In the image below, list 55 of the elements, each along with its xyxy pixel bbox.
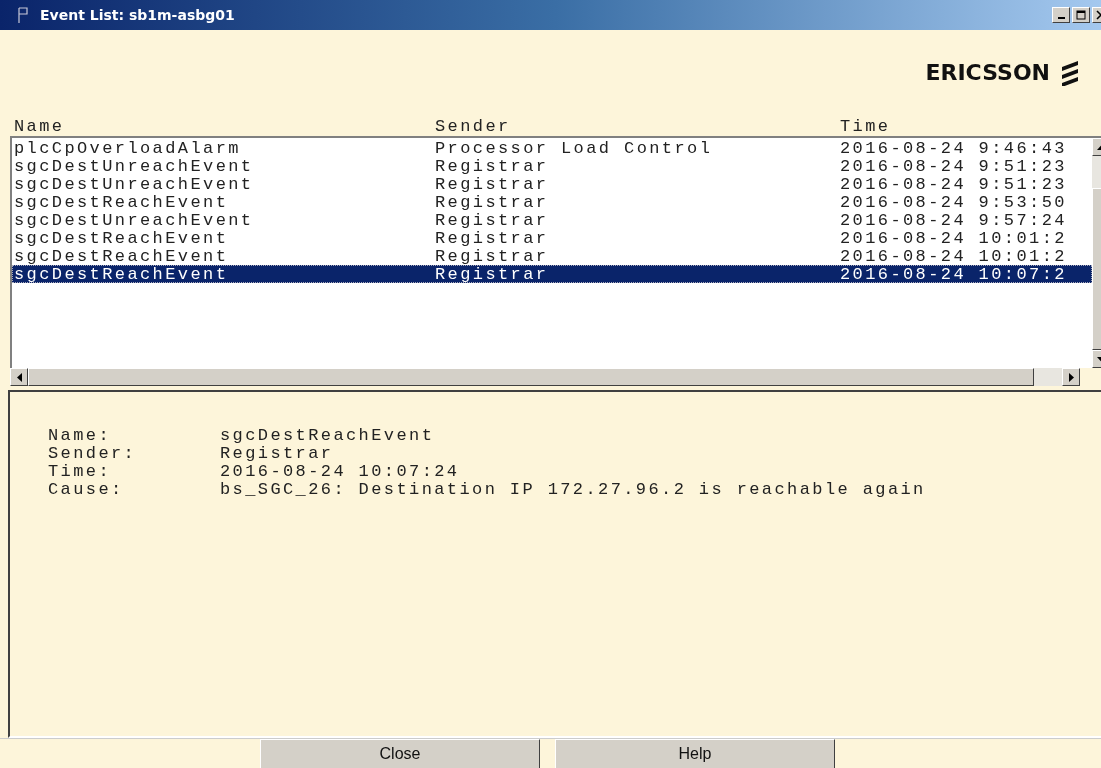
logo-icon [1060, 59, 1080, 86]
detail-value: 2016-08-24 10:07:24 [220, 461, 460, 481]
table-cell-text: 2016-08-24 9:51:23 [840, 156, 1068, 176]
detail-label: Time: [48, 461, 112, 481]
minimize-icon [1057, 17, 1065, 19]
table-cell-text: sgcDestReachEvent [14, 228, 230, 248]
flag-icon [18, 7, 28, 23]
table-row[interactable]: sgcDestReachEvent Registrar 2016-08-24 10:01:2 [12, 247, 1092, 265]
table-cell-text: 2016-08-24 9:46:43 [840, 138, 1068, 158]
detail-label: Cause: [48, 479, 125, 499]
table-cell-text: sgcDestReachEvent [14, 264, 230, 284]
table-cell-text: sgcDestReachEvent [14, 246, 230, 266]
dialog-button[interactable]: Help [555, 739, 835, 768]
table-cell-text: Registrar [435, 210, 550, 230]
table-row[interactable]: sgcDestReachEvent Registrar 2016-08-24 10:07:2 [12, 265, 1092, 283]
right-arrow-icon [1068, 372, 1074, 382]
table-cell-text: sgcDestUnreachEvent [14, 156, 255, 176]
table-cell-text: Registrar [435, 192, 550, 212]
detail-value: Registrar [220, 443, 334, 463]
table-cell-text: 2016-08-24 10:07:2 [840, 264, 1068, 284]
detail-label: Sender: [48, 443, 138, 463]
maximize-button[interactable] [1072, 7, 1090, 23]
table-cell-text: 2016-08-24 9:51:23 [840, 174, 1068, 194]
table-cell-text: Registrar [435, 228, 550, 248]
column-header[interactable]: Time [840, 117, 1080, 136]
table-cell-text: 2016-08-24 10:01:2 [840, 228, 1068, 248]
table-cell-text: sgcDestUnreachEvent [14, 174, 255, 194]
detail-value: bs_SGC_26: Destination IP 172.27.96.2 is reachable again [220, 479, 926, 499]
table-cell-text: Registrar [435, 264, 550, 284]
table-cell-text: 2016-08-24 9:57:24 [840, 210, 1068, 230]
table-cell-text: 2016-08-24 9:53:50 [840, 192, 1068, 212]
table-cell-text: sgcDestReachEvent [14, 192, 230, 212]
detail-label: Name: [48, 425, 112, 445]
table-cell-text: Registrar [435, 246, 550, 266]
minimize-button[interactable] [1052, 7, 1070, 23]
table-row[interactable]: sgcDestUnreachEvent Registrar 2016-08-24 9:57:24 [12, 211, 1092, 229]
table-cell-text: Registrar [435, 156, 550, 176]
left-arrow-icon [16, 372, 22, 382]
table-cell-text: plcCpOverloadAlarm [14, 138, 242, 158]
table-row[interactable]: sgcDestReachEvent Registrar 2016-08-24 10:01:2 [12, 229, 1092, 247]
detail-value: sgcDestReachEvent [220, 425, 435, 445]
column-header[interactable]: Name [14, 117, 435, 136]
table-row[interactable]: sgcDestUnreachEvent Registrar 2016-08-24 9:51:23 [12, 175, 1092, 193]
maximize-icon [1076, 10, 1086, 20]
table-row[interactable]: sgcDestUnreachEvent Registrar 2016-08-24 9:51:23 [12, 157, 1092, 175]
window-title: Event List: sb1m-asbg01 [40, 7, 236, 23]
dialog-button[interactable]: Close [260, 739, 540, 768]
table-cell-text: Registrar [435, 174, 550, 194]
logo-text: ERICSSON [925, 60, 1050, 85]
table-row[interactable]: sgcDestReachEvent Registrar 2016-08-24 9:53:50 [12, 193, 1092, 211]
table-cell-text: Processor Load Control [435, 138, 714, 158]
table-cell-text: sgcDestUnreachEvent [14, 210, 255, 230]
table-cell-text: 2016-08-24 10:01:2 [840, 246, 1068, 266]
column-header[interactable]: Sender [435, 117, 840, 136]
table-row[interactable]: plcCpOverloadAlarm Processor Load Control 2016-08-24 9:46:43 [12, 139, 1092, 157]
